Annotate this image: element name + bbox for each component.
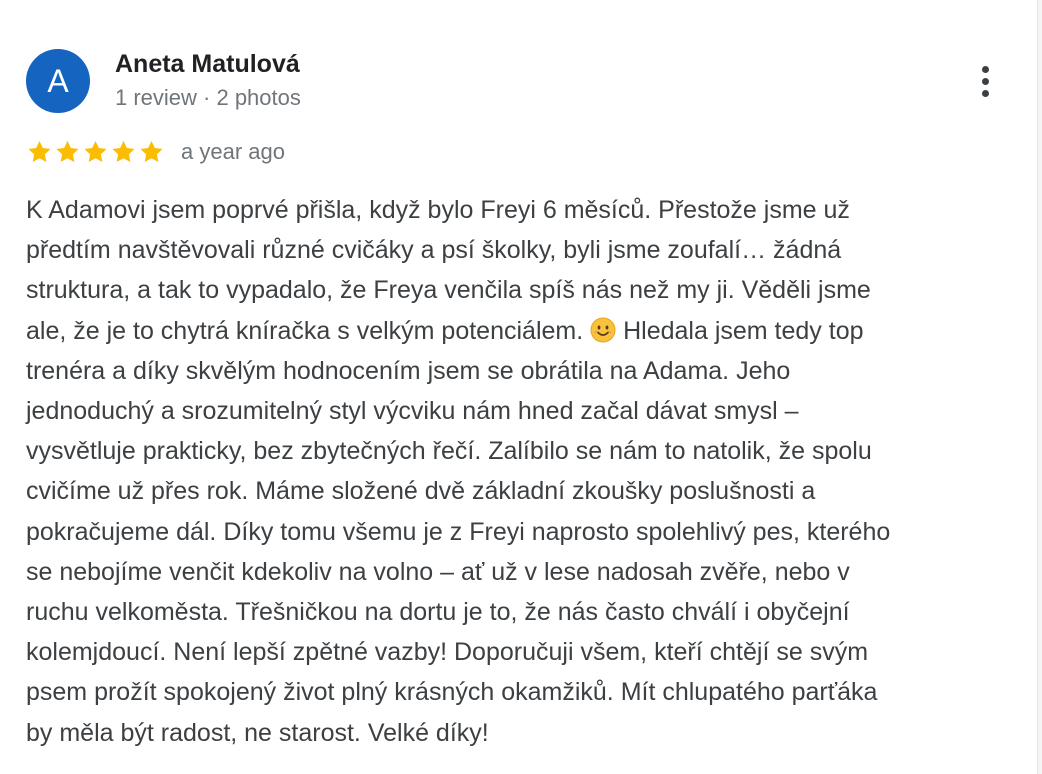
star-icon <box>82 139 109 165</box>
more-vert-icon <box>981 65 989 97</box>
review-line: by měla být radost, ne starost. Velké dí… <box>26 718 489 747</box>
review-line: ruchu velkoměsta. Třešničkou na dortu je… <box>26 598 850 627</box>
star-icon <box>54 139 81 165</box>
avatar-initial: A <box>47 63 69 99</box>
review-line: vysvětluje prakticky, bez zbytečných řeč… <box>26 437 872 466</box>
review-line: předtím navštěvovali různé cvičáky a psí… <box>26 236 842 265</box>
more-options-button[interactable] <box>968 60 1002 102</box>
smiling-face-emoji <box>590 317 616 343</box>
review-line-part: Hledala jsem tedy top <box>623 316 864 345</box>
review-card: A Aneta Matulová 1 review · 2 photos a y… <box>0 0 1038 774</box>
review-line: pokračujeme dál. Díky tomu všemu je z Fr… <box>26 517 891 546</box>
review-line: psem prožít spokojený život plný krásnýc… <box>26 678 878 707</box>
star-icon <box>138 139 165 165</box>
review-line: kolemjdoucí. Není lepší zpětné vazby! Do… <box>26 638 869 667</box>
avatar[interactable]: A <box>26 49 90 113</box>
review-line: se nebojíme venčit kdekoliv na volno – a… <box>26 557 850 586</box>
review-line: ale, že je to chytrá kníračka s velkým p… <box>26 311 1016 351</box>
rating-row: a year ago <box>26 136 285 168</box>
review-line: K Adamovi jsem poprvé přišla, když bylo … <box>26 196 850 224</box>
star-icon <box>110 139 137 165</box>
review-line: cvičíme už přes rok. Máme složené dvě zá… <box>26 477 816 506</box>
review-time: a year ago <box>181 139 285 164</box>
review-line-part: ale, že je to chytrá kníračka s velkým p… <box>26 316 584 345</box>
star-rating <box>26 139 165 165</box>
reviewer-meta: 1 review · 2 photos <box>115 85 301 110</box>
review-text: K Adamovi jsem poprvé přišla, když bylo … <box>26 190 1016 753</box>
review-line: jednoduchý a srozumitelný styl výcviku n… <box>26 397 799 426</box>
review-line: trenéra a díky skvělým hodnocením jsem s… <box>26 356 791 385</box>
review-line: struktura, a tak to vypadalo, že Freya v… <box>26 276 871 305</box>
reviewer-name[interactable]: Aneta Matulová <box>115 50 300 79</box>
star-icon <box>26 139 53 165</box>
